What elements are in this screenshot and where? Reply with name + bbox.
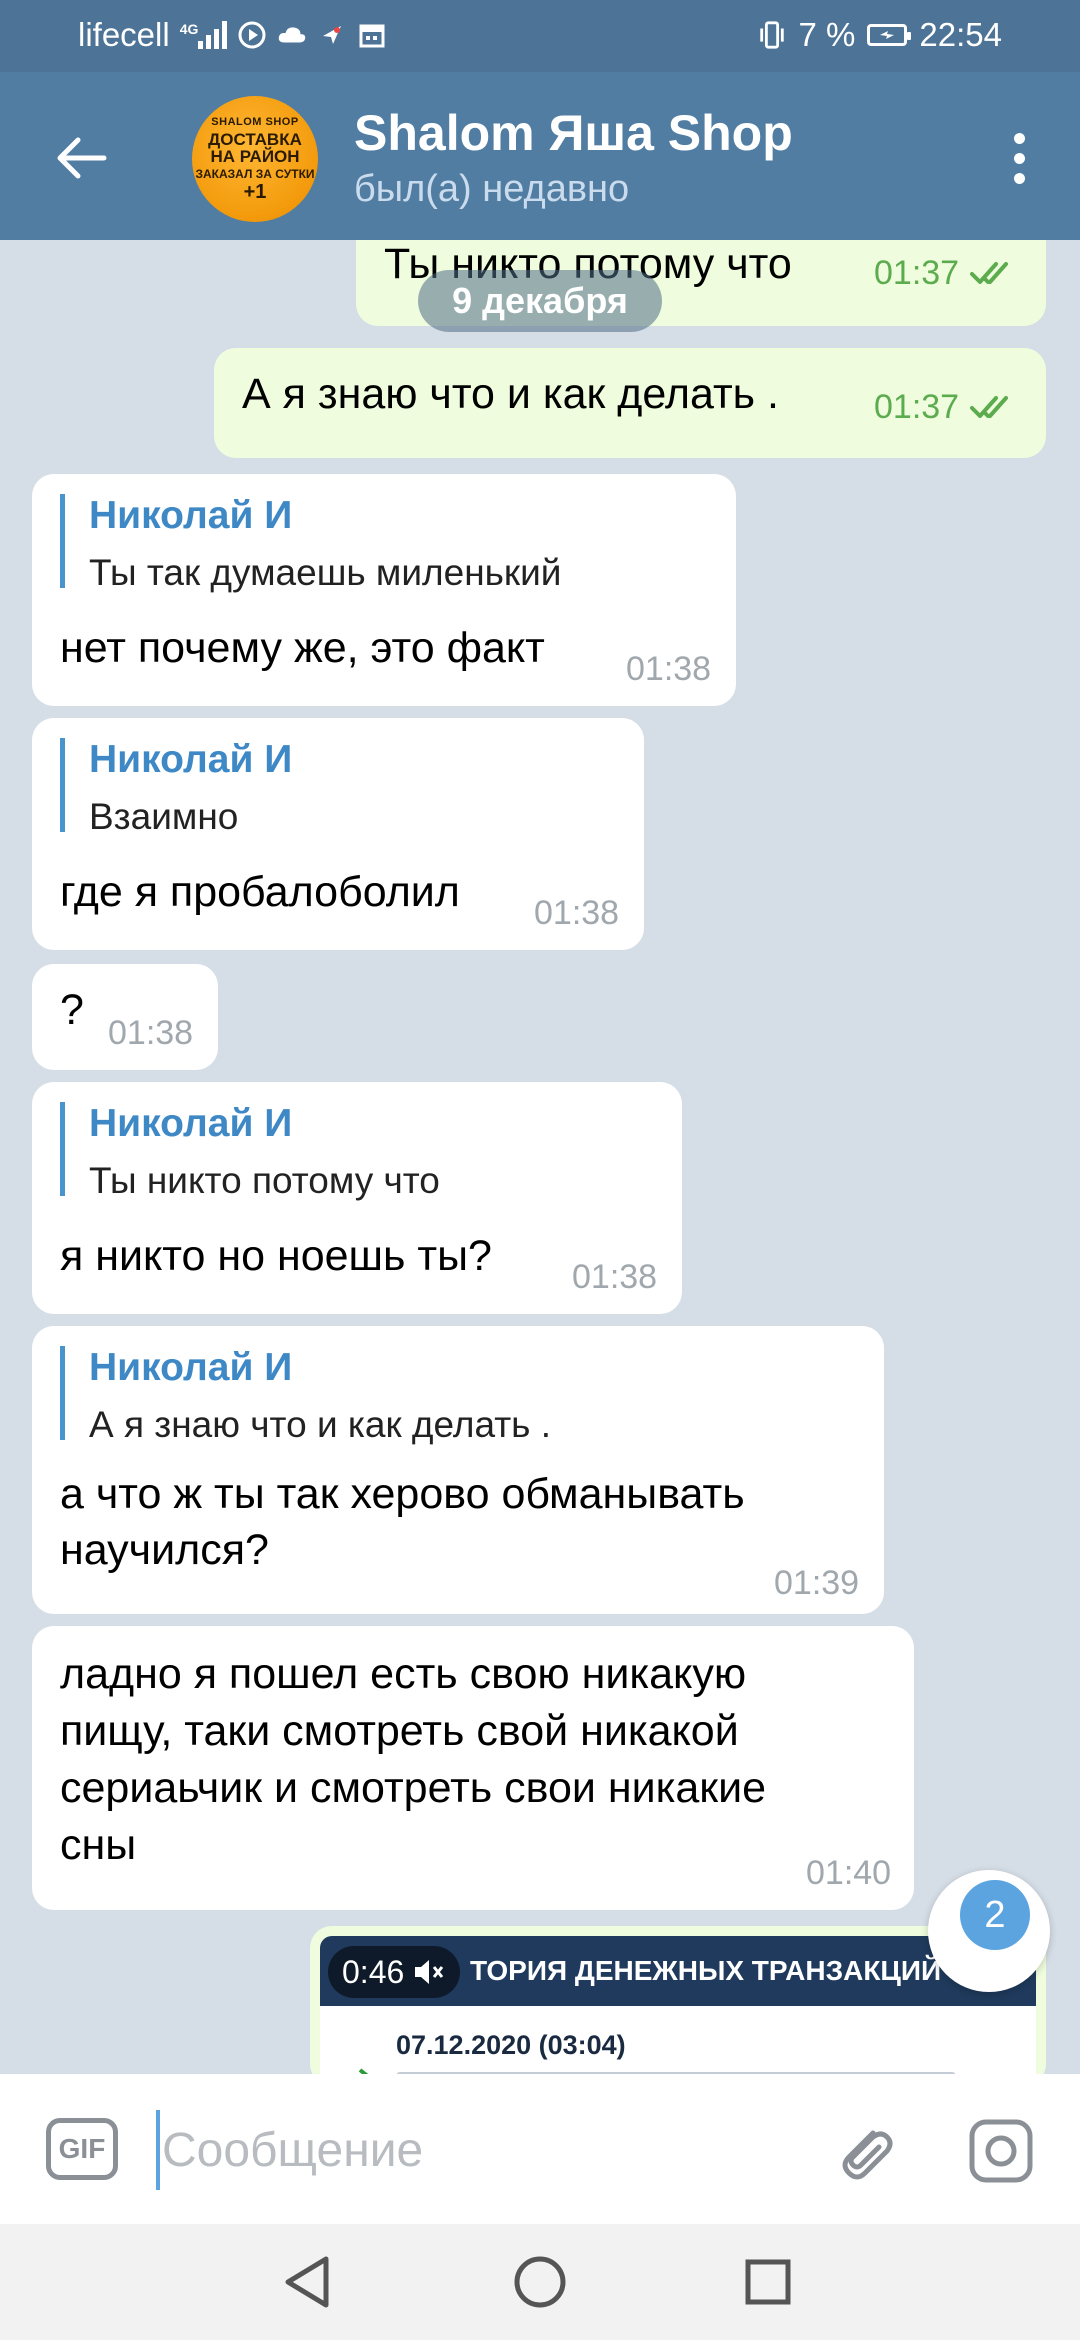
reply-text: Взаимно	[89, 796, 239, 837]
date-separator: 9 декабря	[418, 270, 662, 332]
reply-text: А я знаю что и как делать .	[89, 1404, 552, 1445]
message-list[interactable]: Ты никто потому что 01:37 9 декабря А я …	[0, 240, 1080, 2074]
more-vert-dot	[1013, 172, 1025, 184]
network-type: 4G	[180, 21, 228, 49]
nav-home-icon	[514, 2256, 566, 2308]
unread-badge: 2	[960, 1880, 1030, 1950]
incoming-message[interactable]: Николай И А я знаю что и как делать . а …	[32, 1326, 884, 1614]
incoming-message[interactable]: Николай И Ты так думаешь миленький нет п…	[32, 474, 736, 706]
message-time: 01:37	[874, 388, 960, 426]
video-time: 0:46	[342, 1953, 405, 1990]
avatar-line-3: ЗАКАЗАЛ ЗА СУТКИ	[195, 166, 315, 181]
signal-icon	[198, 21, 228, 49]
battery-icon	[867, 24, 912, 46]
reply-author: Николай И	[89, 1346, 293, 1389]
avatar-brand: SHALOM SHOP	[211, 115, 299, 128]
chat-status: был(а) недавно	[354, 168, 630, 210]
nav-recents-icon	[745, 2259, 791, 2305]
mute-icon	[415, 1960, 444, 1984]
message-text: нет почему же, это факт	[60, 624, 545, 672]
message-text: А я знаю что и как делать .	[242, 370, 779, 418]
incoming-message[interactable]: Николай И Взаимно где я пробалоболил 01:…	[32, 718, 644, 950]
message-text: ладно я пошел есть свою никакую пищу, та…	[60, 1650, 767, 1869]
message-text: я никто но ноешь ты?	[60, 1232, 492, 1280]
message-time: 01:38	[572, 1258, 658, 1296]
message-time: 01:38	[534, 894, 620, 932]
incoming-message[interactable]: ? 01:38	[32, 964, 218, 1070]
nav-back-button[interactable]	[274, 2248, 342, 2316]
message-time: 01:40	[806, 1854, 892, 1892]
avatar-line-1: ДОСТАВКА	[208, 129, 302, 149]
chat-title[interactable]: Shalom Яша Shop	[354, 104, 793, 162]
network-label: 4G	[179, 21, 199, 37]
calendar-icon	[357, 20, 387, 50]
incoming-message[interactable]: ладно я пошел есть свою никакую пищу, та…	[32, 1626, 914, 1910]
transaction-date: 07.12.2020 (03:04)	[396, 2030, 626, 2060]
gif-button[interactable]: GIF	[46, 2118, 118, 2180]
vibrate-icon	[757, 20, 787, 50]
paperclip-icon	[842, 2130, 893, 2180]
outgoing-message[interactable]: А я знаю что и как делать . 01:37	[214, 348, 1046, 458]
message-time: 01:38	[108, 1014, 194, 1052]
reply-preview[interactable]: Николай И Ты так думаешь миленький	[60, 494, 561, 593]
reply-author: Николай И	[89, 494, 293, 537]
back-button[interactable]	[40, 116, 124, 200]
message-text: где я пробалоболил	[60, 868, 460, 916]
chat-header: SHALOM SHOP ДОСТАВКА НА РАЙОН ЗАКАЗАЛ ЗА…	[0, 72, 1080, 240]
play-icon	[237, 20, 267, 50]
reply-text: Ты никто потому что	[89, 1160, 440, 1201]
nav-home-button[interactable]	[506, 2248, 574, 2316]
more-vert-icon	[1013, 132, 1025, 144]
more-vert-dot	[1013, 152, 1025, 164]
battery-percent: 7 %	[798, 16, 856, 53]
back-arrow-icon	[57, 137, 107, 179]
avatar-line-2: НА РАЙОН	[210, 146, 300, 166]
reply-preview[interactable]: Николай И Взаимно	[60, 738, 293, 837]
message-time: 01:37	[874, 254, 960, 292]
message-time: 01:39	[774, 1564, 860, 1602]
double-check-icon	[970, 262, 1008, 284]
reply-preview[interactable]: Николай И Ты никто потому что	[60, 1102, 440, 1201]
incoming-message[interactable]: Николай И Ты никто потому что я никто но…	[32, 1082, 682, 1314]
status-bar: lifecell 4G 7 % 22:54	[0, 0, 1080, 72]
reply-author: Николай И	[89, 738, 293, 781]
reply-preview[interactable]: Николай И А я знаю что и как делать .	[60, 1346, 551, 1445]
message-time: 01:38	[626, 650, 712, 688]
system-nav-bar	[0, 2224, 1080, 2340]
composer: GIF	[0, 2074, 1080, 2224]
location-icon	[317, 20, 347, 50]
double-check-icon	[970, 396, 1008, 418]
more-menu-button[interactable]	[984, 116, 1054, 200]
camera-button[interactable]	[964, 2114, 1038, 2188]
reply-text: Ты так думаешь миленький	[89, 552, 562, 593]
camera-icon	[969, 2119, 1033, 2183]
cloud-icon	[277, 20, 307, 50]
reply-author: Николай И	[89, 1102, 293, 1145]
message-text: ?	[60, 986, 84, 1034]
avatar-line-4: +1	[243, 180, 267, 203]
video-duration[interactable]: 0:46	[328, 1946, 461, 1998]
chat-avatar[interactable]: SHALOM SHOP ДОСТАВКА НА РАЙОН ЗАКАЗАЛ ЗА…	[192, 96, 318, 222]
clock: 22:54	[919, 16, 1002, 53]
message-text: а что ж ты так херово обманывать научилс…	[60, 1470, 745, 1574]
message-input[interactable]	[156, 2110, 796, 2190]
nav-recents-button[interactable]	[734, 2248, 802, 2316]
attach-button[interactable]	[828, 2114, 902, 2188]
nav-back-icon	[285, 2256, 329, 2308]
carrier-label: lifecell	[78, 16, 170, 53]
